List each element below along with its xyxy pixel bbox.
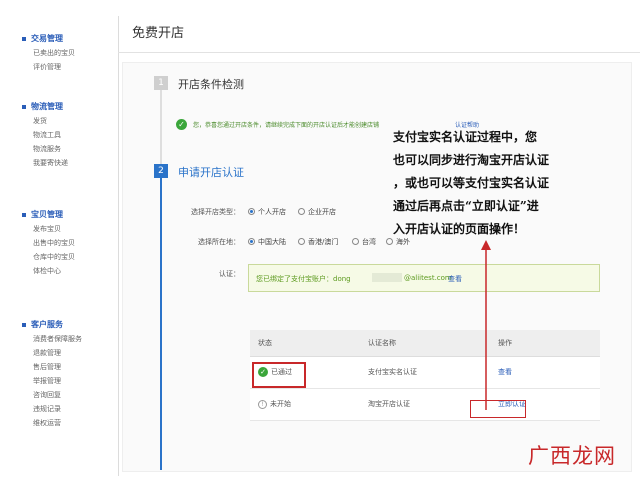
callout-line: ，或也可以等支付宝实名认证: [393, 176, 550, 190]
callout-line: 支付宝实名认证过程中，您: [393, 130, 538, 144]
site-watermark: 广西龙网: [528, 444, 616, 468]
callout-line: 入开店认证的页面操作！: [393, 222, 526, 236]
callout-line: 也可以同步进行淘宝开店认证: [393, 153, 550, 167]
annotation-callout: 支付宝实名认证过程中，您 也可以同步进行淘宝开店认证 ，或也可以等支付宝实名认证…: [393, 126, 608, 241]
arrow-head: [481, 240, 491, 250]
callout-line: 通过后再点击“立即认证”进: [393, 199, 539, 213]
